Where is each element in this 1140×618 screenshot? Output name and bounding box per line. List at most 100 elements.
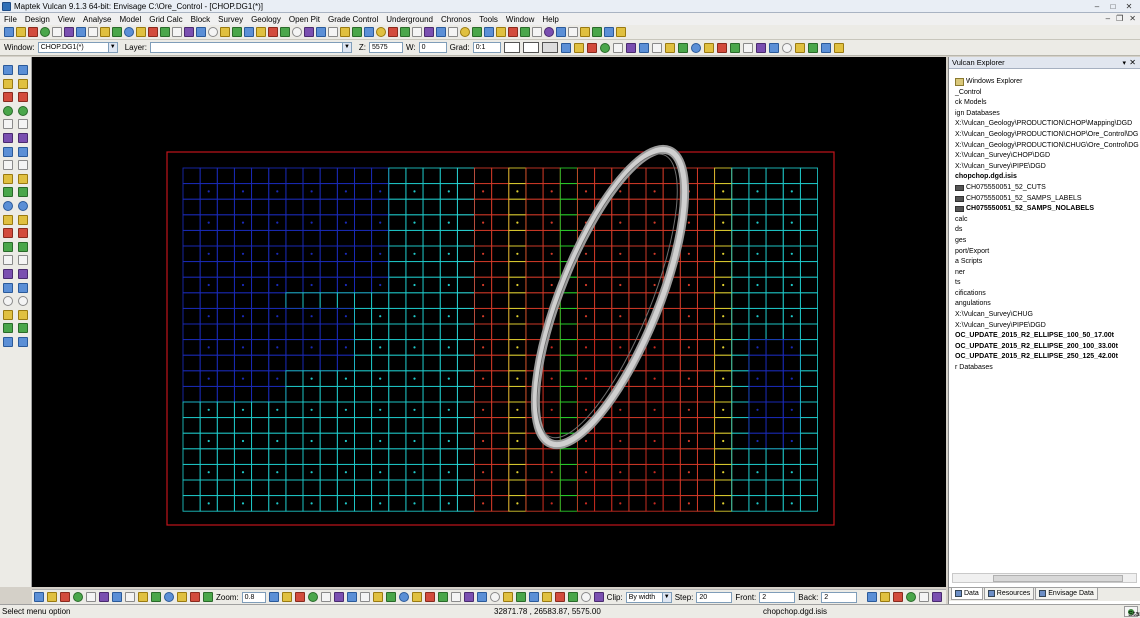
- back-field[interactable]: 2: [821, 591, 858, 603]
- layer-tool-4-icon[interactable]: [599, 42, 610, 53]
- layer-tool-10-icon[interactable]: [677, 42, 688, 53]
- tree-item[interactable]: ds: [949, 225, 1139, 236]
- view-b-tool-7-icon[interactable]: [346, 592, 357, 602]
- main-tool-37-icon[interactable]: [436, 27, 446, 37]
- view-b-tool-26-icon[interactable]: [593, 592, 604, 602]
- left-b-tool-5-icon[interactable]: [18, 119, 28, 130]
- view-a-tool-7-icon[interactable]: [112, 592, 122, 602]
- main-tool-15-icon[interactable]: [172, 27, 182, 37]
- view-a-tool-11-icon[interactable]: [164, 592, 174, 602]
- layer-tool-17-icon[interactable]: [768, 42, 779, 53]
- view-a-tool-8-icon[interactable]: [125, 592, 135, 602]
- layer-tool-9-icon[interactable]: [664, 42, 675, 53]
- viewport-svg[interactable]: [32, 57, 946, 587]
- main-tool-12-icon[interactable]: [136, 27, 146, 37]
- view-a-tool-5-icon[interactable]: [86, 592, 96, 602]
- main-tool-18-icon[interactable]: [208, 27, 218, 37]
- view-a-tool-1-icon[interactable]: [34, 592, 44, 602]
- menu-geology[interactable]: Geology: [247, 15, 285, 24]
- left-a-tool-13-icon[interactable]: [3, 228, 13, 239]
- main-tool-26-icon[interactable]: [304, 27, 314, 37]
- z-field[interactable]: 5575: [369, 42, 404, 53]
- main-tool-36-icon[interactable]: [424, 27, 434, 37]
- view-b-tool-23-icon[interactable]: [554, 592, 565, 602]
- view-b-tool-15-icon[interactable]: [450, 592, 461, 602]
- main-tool-25-icon[interactable]: [292, 27, 302, 37]
- left-a-tool-11-icon[interactable]: [3, 200, 13, 211]
- main-tool-23-icon[interactable]: [268, 27, 278, 37]
- main-tool-32-icon[interactable]: [376, 27, 386, 37]
- close-icon[interactable]: [18, 65, 28, 75]
- main-tool-33-icon[interactable]: [388, 27, 398, 37]
- view-a-tool-12-icon[interactable]: [177, 592, 187, 602]
- close-icon[interactable]: ✕: [1129, 58, 1136, 67]
- left-a-tool-20-icon[interactable]: [3, 323, 13, 334]
- left-b-tool-21-icon[interactable]: [18, 336, 28, 347]
- left-b-tool-7-icon[interactable]: [18, 146, 28, 157]
- left-b-tool-6-icon[interactable]: [18, 132, 28, 143]
- left-a-tool-1-icon[interactable]: [3, 65, 13, 75]
- layer-tool-20-icon[interactable]: [807, 42, 818, 53]
- view-b-tool-20-icon[interactable]: [515, 592, 526, 602]
- left-b-tool-3-icon[interactable]: [18, 92, 28, 103]
- view-b-tool-9-icon[interactable]: [372, 592, 383, 602]
- main-tool-10-icon[interactable]: [112, 27, 122, 37]
- left-a-tool-12-icon[interactable]: [3, 214, 13, 225]
- window-select[interactable]: CHOP.DG1(*) ▼: [37, 42, 118, 53]
- left-a-tool-21-icon[interactable]: [3, 336, 13, 347]
- menu-help[interactable]: Help: [538, 15, 562, 24]
- tree-item[interactable]: CH075550051_52_CUTS: [949, 183, 1139, 194]
- layer-tool-18-icon[interactable]: [781, 42, 792, 53]
- colour-swatch-2[interactable]: [522, 42, 539, 53]
- tree-item[interactable]: r Databases: [949, 363, 1139, 374]
- left-b-tool-15-icon[interactable]: [18, 255, 28, 266]
- layer-tool-16-icon[interactable]: [755, 42, 766, 53]
- tree-item[interactable]: X:\Vulcan_Geology\PRODUCTION\CHOP\Mappin…: [949, 119, 1139, 130]
- tree-item[interactable]: Windows Explorer: [949, 77, 1139, 88]
- view-c-tool-4-icon[interactable]: [906, 592, 916, 602]
- tree-item[interactable]: X:\Vulcan_Geology\PRODUCTION\CHOP\Ore_Co…: [949, 130, 1139, 141]
- main-tool-31-icon[interactable]: [364, 27, 374, 37]
- left-b-tool-14-icon[interactable]: [18, 241, 28, 252]
- main-tool-21-icon[interactable]: [244, 27, 254, 37]
- minimize-icon[interactable]: –: [1090, 1, 1104, 11]
- layer-tool-13-icon[interactable]: [716, 42, 727, 53]
- left-a-tool-8-icon[interactable]: [3, 160, 13, 171]
- view-c-tool-1-icon[interactable]: [867, 592, 877, 602]
- tree-item[interactable]: angulations: [949, 299, 1139, 310]
- menu-open-pit[interactable]: Open Pit: [285, 15, 324, 24]
- left-b-tool-13-icon[interactable]: [18, 228, 28, 239]
- main-tool-11-icon[interactable]: [124, 27, 134, 37]
- view-b-tool-21-icon[interactable]: [528, 592, 539, 602]
- view-b-tool-17-icon[interactable]: [476, 592, 487, 602]
- main-tool-38-icon[interactable]: [448, 27, 458, 37]
- tree-item[interactable]: calc: [949, 215, 1139, 226]
- w-field[interactable]: 0: [418, 42, 447, 53]
- layer-tool-7-icon[interactable]: [638, 42, 649, 53]
- layer-tool-6-icon[interactable]: [625, 42, 636, 53]
- grad-field[interactable]: 0:1: [472, 42, 501, 53]
- view-a-tool-10-icon[interactable]: [151, 592, 161, 602]
- pin-icon[interactable]: ▾: [1122, 59, 1126, 67]
- layer-tool-22-icon[interactable]: [833, 42, 844, 53]
- main-tool-30-icon[interactable]: [352, 27, 362, 37]
- main-tool-19-icon[interactable]: [220, 27, 230, 37]
- main-tool-44-icon[interactable]: [520, 27, 530, 37]
- tree-item[interactable]: X:\Vulcan_Geology\PRODUCTION\CHUG\Ore_Co…: [949, 141, 1139, 152]
- main-tool-43-icon[interactable]: [508, 27, 518, 37]
- view-b-tool-14-icon[interactable]: [437, 592, 448, 602]
- view-b-tool-3-icon[interactable]: [294, 592, 305, 602]
- tree-item[interactable]: X:\Vulcan_Survey\PIPE\DGD: [949, 321, 1139, 332]
- left-a-tool-3-icon[interactable]: [3, 92, 13, 103]
- tree-item[interactable]: OC_UPDATE_2015_R2_ELLIPSE_200_100_33.00t: [949, 342, 1139, 353]
- left-a-tool-2-icon[interactable]: [3, 78, 13, 89]
- main-tool-49-icon[interactable]: [580, 27, 590, 37]
- left-a-tool-5-icon[interactable]: [3, 119, 13, 130]
- view-b-tool-16-icon[interactable]: [463, 592, 474, 602]
- left-b-tool-18-icon[interactable]: [18, 296, 28, 307]
- view-b-tool-4-icon[interactable]: [307, 592, 318, 602]
- layer-tool-21-icon[interactable]: [820, 42, 831, 53]
- tree-item[interactable]: CH075550051_52_SAMPS_NOLABELS: [949, 204, 1139, 215]
- main-tool-41-icon[interactable]: [484, 27, 494, 37]
- main-tool-47-icon[interactable]: [556, 27, 566, 37]
